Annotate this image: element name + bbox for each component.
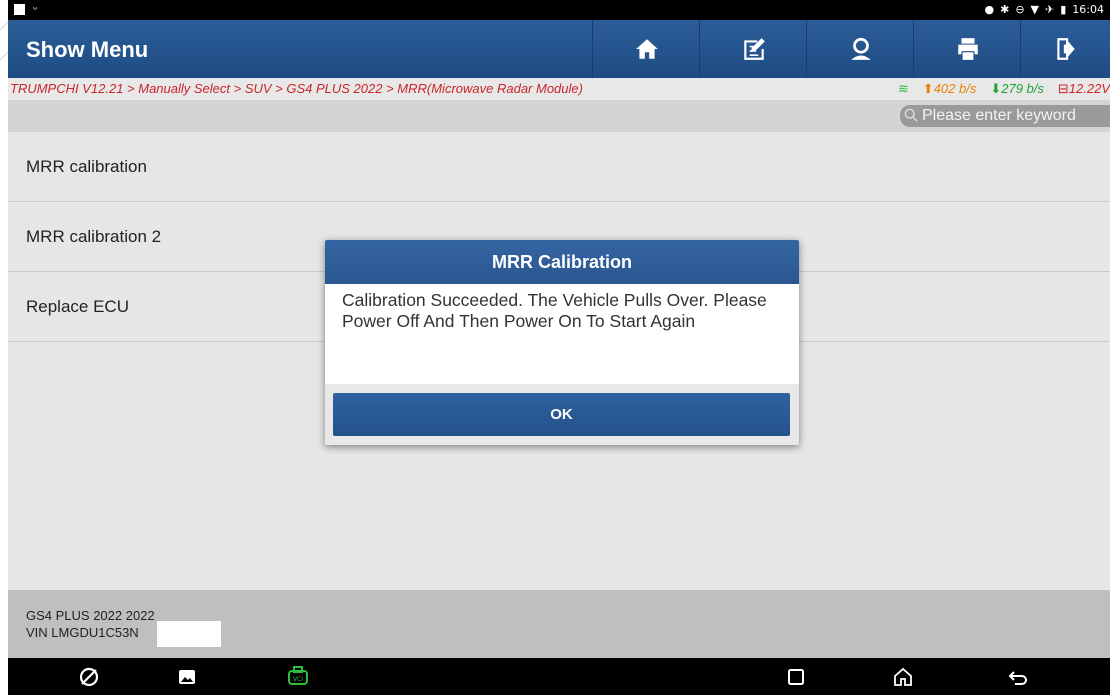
device-screen: ᵕ ● ✱ ⊖ ▼ ✈ ▮ 16:04 Show Menu TRUMPCHI V… xyxy=(8,0,1110,695)
gallery-icon xyxy=(179,670,195,684)
vin-redaction xyxy=(157,621,221,647)
recents-button[interactable] xyxy=(783,664,809,690)
upload-rate: ⬆402 b/s xyxy=(922,81,977,96)
home-button[interactable] xyxy=(592,20,700,78)
vehicle-info: GS4 PLUS 2022 2022 VIN LMGDU1C53N xyxy=(8,590,1110,658)
status-time: 16:04 xyxy=(1072,3,1104,16)
browser-button[interactable] xyxy=(76,664,102,690)
print-button[interactable] xyxy=(913,20,1021,78)
home-icon xyxy=(894,667,912,686)
browser-icon xyxy=(79,667,99,687)
back-icon xyxy=(1008,671,1027,685)
page-title: Show Menu xyxy=(26,37,149,62)
breadcrumb: TRUMPCHI V12.21 > Manually Select > SUV … xyxy=(10,81,583,96)
do-not-disturb-icon: ⊖ xyxy=(1015,3,1025,16)
calibration-dialog: MRR Calibration Calibration Succeeded. T… xyxy=(325,240,799,445)
vci-button[interactable]: VCI xyxy=(285,664,311,690)
wifi-icon: ▼ xyxy=(1030,3,1040,16)
navigation-bar: VCI xyxy=(8,658,1110,695)
arrow-up-icon: ⬆ xyxy=(922,81,934,96)
vci-icon: VCI xyxy=(288,666,308,685)
user-icon xyxy=(850,37,871,60)
battery-voltage: ⊟12.22V xyxy=(1057,81,1110,96)
battery-icon: ▮ xyxy=(1060,3,1067,16)
breadcrumb-bar: TRUMPCHI V12.21 > Manually Select > SUV … xyxy=(8,78,1110,100)
ok-button[interactable]: OK xyxy=(333,393,790,436)
recents-icon xyxy=(788,669,804,685)
connection-stats: ≋ ⬆402 b/s ⬇279 b/s ⊟12.22V xyxy=(898,81,1110,97)
vehicle-model: GS4 PLUS 2022 2022 xyxy=(26,608,155,623)
wifi-signal-icon: ≋ xyxy=(897,81,909,96)
user-button[interactable] xyxy=(806,20,914,78)
gallery-button[interactable] xyxy=(174,664,200,690)
title-bar: Show Menu xyxy=(8,20,1110,78)
nav-home-button[interactable] xyxy=(890,664,916,690)
vehicle-vin: VIN LMGDU1C53N xyxy=(26,625,139,640)
notification-square-icon xyxy=(14,3,25,15)
arrow-down-icon: ⬇ xyxy=(990,81,1002,96)
print-icon xyxy=(957,38,978,60)
status-bar: ᵕ ● ✱ ⊖ ▼ ✈ ▮ 16:04 xyxy=(8,0,1110,20)
svg-text:VCI: VCI xyxy=(293,676,303,683)
report-icon xyxy=(743,38,765,60)
usb-debug-icon: ᵕ xyxy=(33,3,38,15)
home-icon xyxy=(635,39,658,59)
menu-item-label: MRR calibration 2 xyxy=(26,227,162,246)
dialog-title: MRR Calibration xyxy=(325,240,799,284)
search-row: Please enter keyword xyxy=(8,100,1110,132)
bluetooth-icon: ✱ xyxy=(1000,3,1010,16)
menu-item-label: Replace ECU xyxy=(26,297,129,316)
battery-icon: ⊟ xyxy=(1057,81,1069,96)
dialog-footer: OK xyxy=(325,384,799,445)
back-button[interactable] xyxy=(1005,664,1031,690)
search-placeholder: Please enter keyword xyxy=(922,107,1076,124)
menu-item-label: MRR calibration xyxy=(26,157,147,176)
exit-button[interactable] xyxy=(1020,20,1110,78)
search-icon xyxy=(904,108,918,122)
menu-item-mrr-calibration[interactable]: MRR calibration xyxy=(8,132,1110,202)
report-button[interactable] xyxy=(699,20,807,78)
search-input[interactable]: Please enter keyword xyxy=(900,105,1110,127)
dialog-message: Calibration Succeeded. The Vehicle Pulls… xyxy=(342,290,767,331)
download-rate: ⬇279 b/s xyxy=(990,81,1044,96)
exit-icon xyxy=(1056,38,1075,60)
airplane-icon: ✈ xyxy=(1045,3,1055,16)
location-icon: ● xyxy=(984,3,995,16)
